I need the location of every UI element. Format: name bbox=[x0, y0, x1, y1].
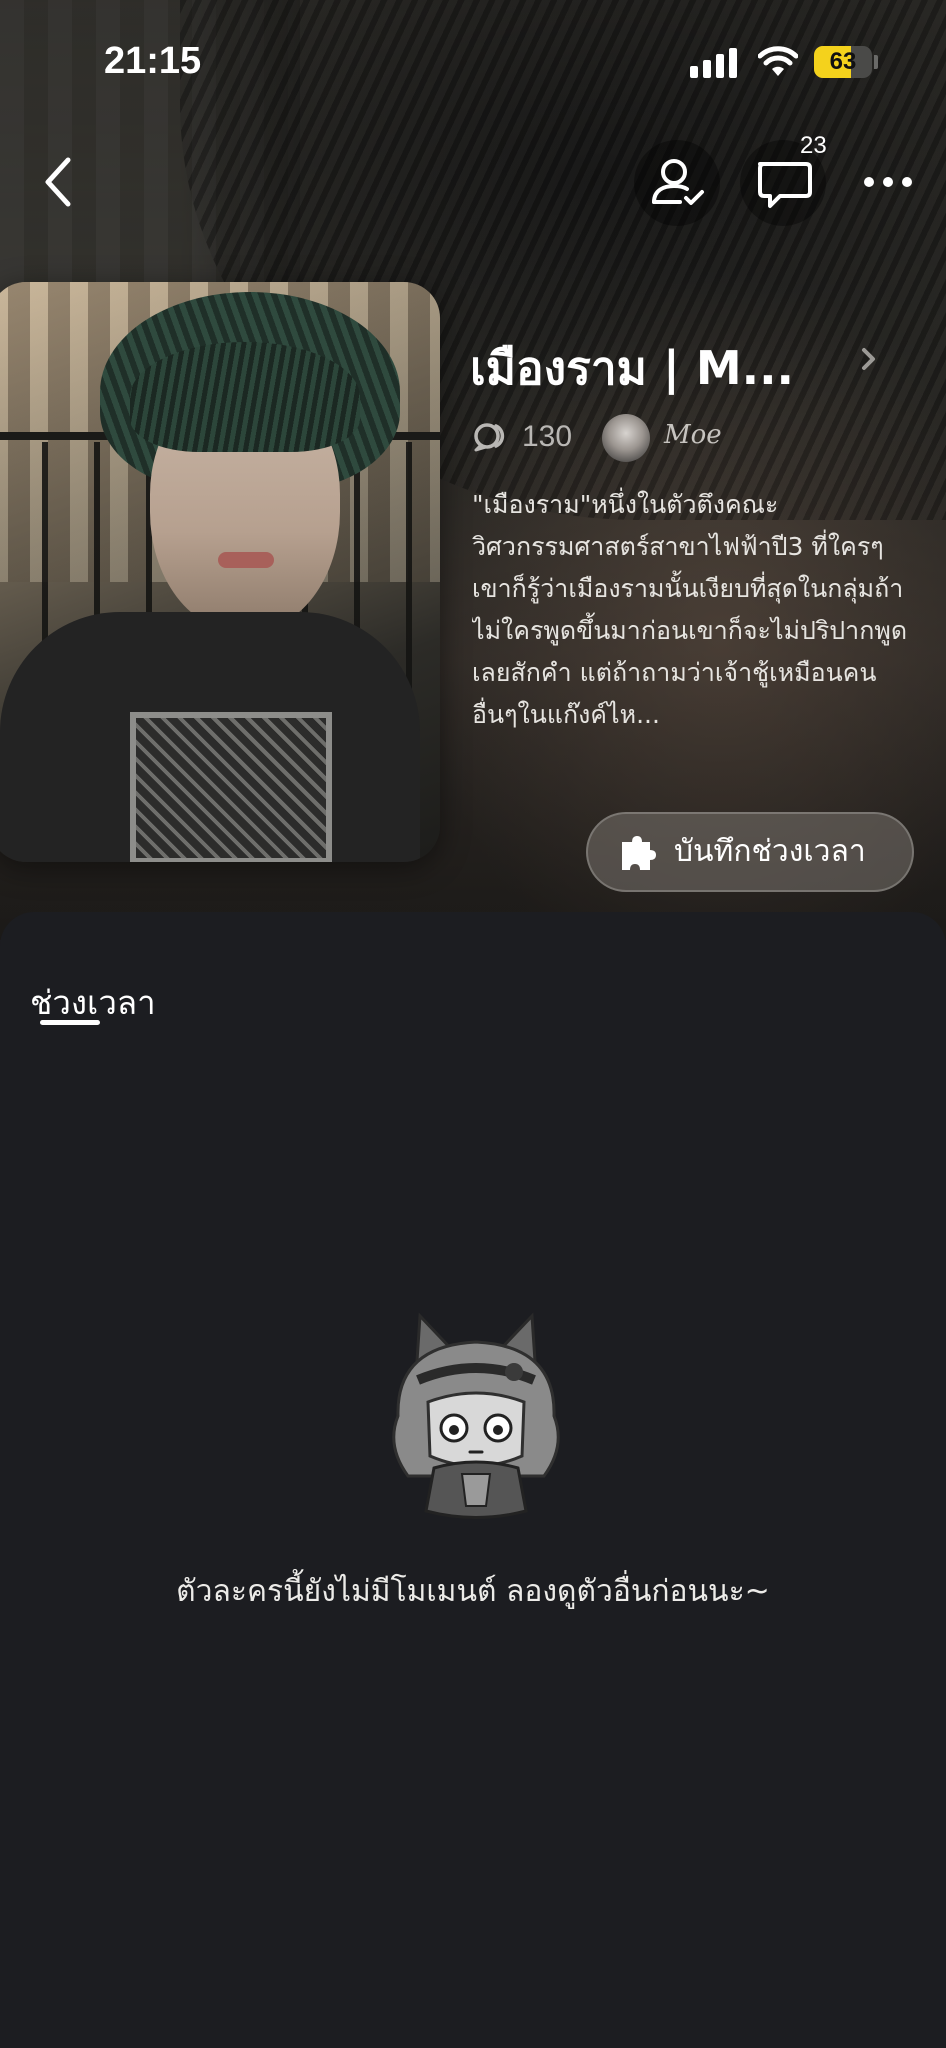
status-time: 21:15 bbox=[104, 40, 202, 82]
creator-name[interactable]: Moe bbox=[664, 420, 722, 450]
wifi-icon bbox=[758, 46, 798, 76]
cellular-signal-icon bbox=[690, 48, 740, 78]
battery-indicator: 63 bbox=[814, 46, 872, 78]
more-options-button[interactable] bbox=[862, 170, 914, 194]
chat-count-badge: 23 bbox=[800, 132, 827, 159]
user-check-icon bbox=[652, 159, 704, 205]
follow-button[interactable] bbox=[634, 140, 720, 226]
character-portrait bbox=[0, 282, 440, 862]
moments-panel: ช่วงเวลา ตัวละครนี้ยังไม่มีโมเมนต์ ลองดู… bbox=[0, 912, 946, 2048]
save-moment-button[interactable]: บันทึกช่วงเวลา bbox=[586, 812, 914, 892]
battery-percent: 63 bbox=[829, 48, 857, 75]
chat-count-icon bbox=[474, 423, 505, 452]
character-description[interactable]: "เมืองราม"หนึ่งในตัวตึงคณะวิศวกรรมศาสตร์… bbox=[472, 484, 918, 736]
character-name[interactable]: เมืองราม | M... bbox=[470, 332, 794, 405]
character-chat-count: 130 bbox=[522, 420, 573, 453]
chevron-right-icon[interactable] bbox=[860, 346, 878, 372]
save-moment-label: บันทึกช่วงเวลา bbox=[674, 834, 866, 869]
creator-avatar[interactable] bbox=[602, 414, 650, 462]
puzzle-icon bbox=[622, 836, 656, 870]
active-tab-indicator bbox=[40, 1020, 100, 1025]
empty-state-message: ตัวละครนี้ยังไม่มีโมเมนต์ ลองดูตัวอื่นก่… bbox=[176, 1574, 770, 1609]
character-profile-screen: 21:15 63 23 เมืองราม | M... 130 Moe "เมื… bbox=[0, 0, 946, 2048]
empty-state-mascot-illustration bbox=[392, 1312, 560, 1519]
back-button[interactable] bbox=[36, 150, 82, 214]
